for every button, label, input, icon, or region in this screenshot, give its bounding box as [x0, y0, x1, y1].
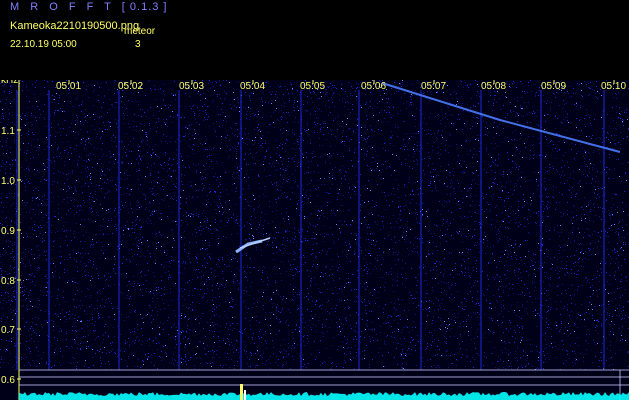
meteor-count: 3	[135, 39, 141, 50]
spectrogram[interactable]: kHz 1.1 1.0 0.9 0.8 0.7 0.6 05:01 05:02 05:03 05:0…	[0, 80, 629, 400]
app-name: M R O F F T	[10, 1, 115, 13]
app-title: M R O F F T [ 0.1.3 ]	[10, 1, 167, 13]
y-tick-label: 0.6	[1, 375, 15, 386]
y-tick-label: 0.7	[1, 325, 15, 336]
meteor-label: meteor	[124, 26, 156, 37]
datetime: 22.10.19 05:00	[10, 39, 77, 50]
y-tick-label: 1.1	[1, 126, 15, 137]
axes: kHz1.11.00.90.80.70.605:01 05:02 05:03 05:0…	[1, 80, 629, 400]
noise-field	[0, 80, 629, 370]
y-tick-label: 0.8	[1, 276, 15, 287]
spectrogram-canvas: kHz1.11.00.90.80.70.605:01 05:02 05:03 05:0…	[0, 80, 629, 400]
app-version: [ 0.1.3 ]	[121, 1, 168, 13]
y-tick-label: 0.9	[1, 226, 15, 237]
file-name: Kameoka2210190500.png	[10, 20, 140, 32]
y-tick-label: 1.0	[1, 176, 15, 187]
